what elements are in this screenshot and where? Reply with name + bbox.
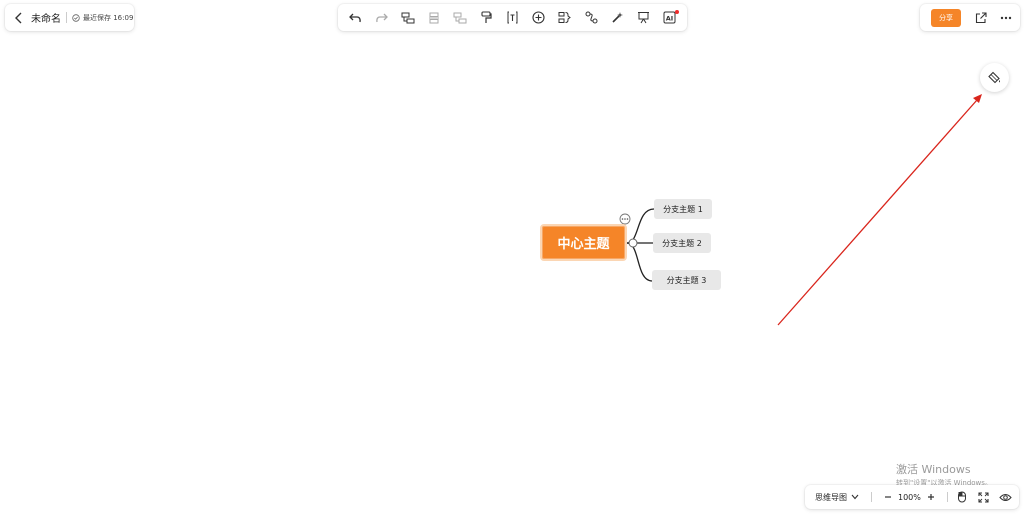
central-topic[interactable]: 中心主题 [540, 224, 627, 261]
chevron-down-icon [851, 494, 859, 500]
presentation-icon [638, 12, 650, 24]
save-status-text: 最近保存 16:09 [83, 13, 134, 22]
share-panel: 分享 [920, 4, 1020, 31]
fit-screen-button[interactable] [976, 489, 992, 505]
preview-button[interactable] [998, 489, 1014, 505]
view-controls: 思维导图 100% [805, 485, 1019, 509]
check-circle-icon [72, 13, 80, 22]
minus-icon [885, 496, 891, 498]
summary-icon [558, 12, 572, 23]
branch-topic-2[interactable]: 分支主题 2 [653, 233, 711, 253]
text-icon [507, 11, 518, 24]
redo-button[interactable] [371, 8, 391, 28]
redo-icon [376, 13, 388, 22]
back-button[interactable] [9, 4, 29, 31]
add-parent-topic-icon [453, 12, 467, 23]
insert-button[interactable] [529, 8, 549, 28]
add-subtopic-icon [401, 12, 415, 23]
divider [66, 12, 67, 23]
eye-icon [999, 493, 1013, 501]
add-sibling-topic-icon [428, 12, 439, 23]
view-mode-label: 思维导图 [815, 492, 847, 502]
more-options-button[interactable] [997, 9, 1015, 27]
mindmap-connectors [619, 94, 982, 326]
add-parent-topic-button[interactable] [450, 8, 470, 28]
svg-text:AI: AI [666, 14, 673, 22]
plus-icon [927, 494, 934, 500]
magic-wand-button[interactable] [607, 8, 627, 28]
branch-topic-3[interactable]: 分支主题 3 [652, 270, 721, 290]
fullscreen-icon [978, 491, 989, 503]
paint-bucket-icon [988, 71, 1000, 84]
branch-topic-1[interactable]: 分支主题 1 [654, 199, 712, 219]
notification-dot [674, 9, 679, 14]
external-link-icon [975, 11, 987, 23]
ai-button[interactable]: AI [660, 8, 680, 28]
magic-wand-icon [612, 12, 623, 23]
windows-activation-watermark: 激活 Windows 转到"设置"以激活 Windows。 [896, 461, 992, 488]
zoom-out-button[interactable] [880, 489, 896, 505]
watermark-line-1: 激活 Windows [896, 463, 971, 476]
main-toolbar: AI [338, 4, 687, 31]
relationship-icon [585, 11, 598, 24]
export-button[interactable] [972, 9, 990, 27]
undo-button[interactable] [345, 8, 365, 28]
divider [946, 492, 948, 502]
ellipsis-icon [1000, 16, 1012, 19]
undo-icon [348, 13, 361, 22]
chevron-left-icon [15, 12, 22, 23]
format-painter-icon [481, 11, 492, 23]
zoom-level: 100% [898, 492, 921, 502]
summary-button[interactable] [555, 8, 575, 28]
mouse-mode-button[interactable] [954, 489, 970, 505]
save-status: 最近保存 16:09 [72, 13, 133, 23]
relationship-button[interactable] [581, 8, 601, 28]
share-button[interactable]: 分享 [931, 8, 961, 27]
add-sibling-topic-button[interactable] [424, 8, 444, 28]
document-header: 未命名 最近保存 16:09 [5, 4, 134, 31]
topic-more-icon[interactable] [619, 213, 631, 225]
view-mode-dropdown[interactable]: 思维导图 [815, 492, 859, 503]
zoom-in-button[interactable] [923, 489, 939, 505]
divider [871, 492, 872, 502]
text-button[interactable] [502, 8, 522, 28]
format-painter-button[interactable] [476, 8, 496, 28]
add-subtopic-button[interactable] [398, 8, 418, 28]
document-title[interactable]: 未命名 [31, 10, 61, 25]
presentation-button[interactable] [634, 8, 654, 28]
add-circle-icon [532, 11, 545, 24]
mouse-icon [957, 491, 966, 503]
style-panel-button[interactable] [980, 63, 1009, 92]
annotation-arrow [777, 94, 982, 326]
